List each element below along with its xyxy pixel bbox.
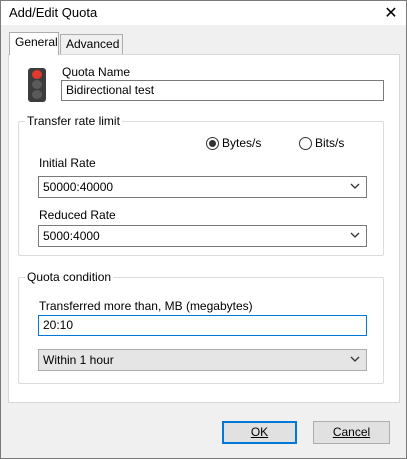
quota-name-label: Quota Name <box>62 65 131 79</box>
initial-rate-combo[interactable]: 50000:40000 <box>38 176 367 198</box>
chevron-down-icon <box>350 356 360 362</box>
radio-bytes-indicator <box>206 136 219 150</box>
initial-rate-value: 50000:40000 <box>43 180 114 194</box>
transfer-rate-legend: Transfer rate limit <box>25 114 122 128</box>
reduced-rate-value: 5000:4000 <box>43 229 100 243</box>
radio-bytes-label: Bytes/s <box>222 136 262 150</box>
tab-general[interactable]: General <box>9 32 59 55</box>
traffic-light-icon <box>28 68 46 102</box>
initial-rate-label: Initial Rate <box>39 156 96 170</box>
radio-bytes[interactable]: Bytes/s <box>206 136 261 150</box>
cancel-button-label: Cancel <box>332 425 371 439</box>
cancel-button[interactable]: Cancel <box>313 421 390 444</box>
chevron-down-icon <box>350 183 360 189</box>
yellow-light <box>32 80 42 89</box>
radio-bits-label: Bits/s <box>315 136 345 150</box>
transferred-label: Transferred more than, MB (megabytes) <box>39 299 253 313</box>
red-light <box>32 70 42 79</box>
transferred-input[interactable]: 20:10 <box>38 315 367 336</box>
radio-bits[interactable]: Bits/s <box>299 136 344 150</box>
ok-button[interactable]: OK <box>222 421 297 444</box>
window-title: Add/Edit Quota <box>9 5 98 20</box>
green-light <box>32 90 42 99</box>
chevron-down-icon <box>350 232 360 238</box>
add-edit-quota-dialog: Add/Edit Quota ✕ General Advanced Quota … <box>0 0 407 459</box>
title-bar: Add/Edit Quota ✕ <box>1 1 406 25</box>
close-icon: ✕ <box>384 5 398 22</box>
quota-name-input[interactable]: Bidirectional test <box>61 80 384 101</box>
reduced-rate-combo[interactable]: 5000:4000 <box>38 225 367 247</box>
period-value: Within 1 hour <box>43 353 114 367</box>
ok-button-label: OK <box>250 425 269 439</box>
reduced-rate-label: Reduced Rate <box>39 208 116 222</box>
tab-advanced[interactable]: Advanced <box>60 34 123 55</box>
close-button[interactable]: ✕ <box>376 1 406 25</box>
period-combo[interactable]: Within 1 hour <box>38 349 367 371</box>
radio-bits-indicator <box>299 136 312 150</box>
quota-condition-legend: Quota condition <box>25 270 114 284</box>
